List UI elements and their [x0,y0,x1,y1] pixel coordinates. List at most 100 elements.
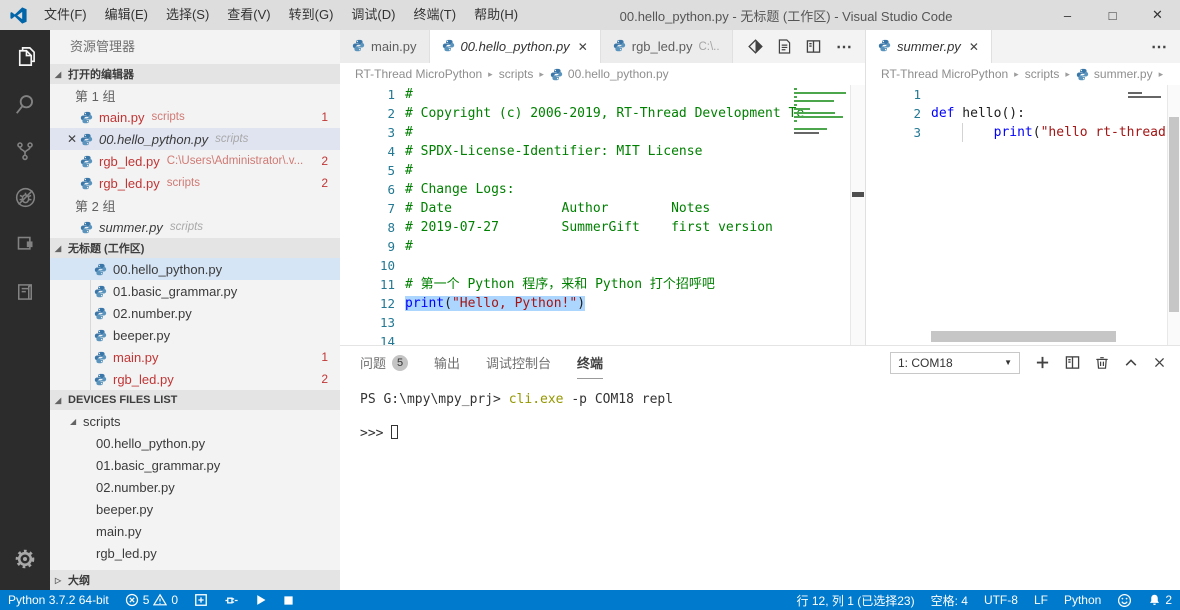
line-number[interactable]: 1 [866,85,921,104]
code-line[interactable]: 4# SPDX-License-Identifier: MIT License [340,142,865,161]
line-number[interactable]: 8 [340,218,395,237]
activity-settings[interactable] [0,535,50,582]
code-line[interactable]: 10 [340,256,865,275]
scrollbar-vertical[interactable] [850,85,865,345]
breadcrumb-item[interactable]: scripts [1025,67,1060,81]
code-editor-right[interactable]: 12def hello():3 print("hello rt-thread" [866,85,1180,345]
minimap[interactable] [1128,88,1166,100]
code-line[interactable]: 7# Date Author Notes [340,199,865,218]
code-line[interactable]: 12print("Hello, Python!") [340,294,865,313]
status-item[interactable]: 50 [117,590,186,610]
line-number[interactable]: 1 [340,85,395,104]
terminal-select[interactable]: 1: COM18 ▼ [890,352,1020,374]
close-icon[interactable]: ✕ [64,132,80,146]
breadcrumb-item[interactable]: scripts [499,67,534,81]
maximize-panel-button[interactable] [1124,356,1138,370]
code-line[interactable]: 2# Copyright (c) 2006-2019, RT-Thread De… [340,104,865,123]
status-item-python[interactable]: Python [1056,590,1109,610]
open-editor-item[interactable]: rgb_led.pyscripts2 [50,172,340,194]
code-line[interactable]: 8# 2019-07-27 SummerGift first version [340,218,865,237]
section-open-editors[interactable]: ◢ 打开的编辑器 [50,64,340,84]
menu-item[interactable]: 选择(S) [157,0,218,30]
breadcrumb-item[interactable]: summer.py [1094,67,1153,81]
close-panel-button[interactable] [1153,356,1166,369]
device-file[interactable]: beeper.py [50,498,340,520]
status-item-add-box[interactable] [186,590,216,610]
close-icon[interactable]: ✕ [969,40,979,54]
open-changes-icon[interactable] [748,39,763,54]
line-number[interactable]: 7 [340,199,395,218]
workspace-file[interactable]: 02.number.py [50,302,340,324]
code-line[interactable]: 2def hello(): [866,104,1180,123]
activity-source-control[interactable] [0,127,50,174]
minimize-button[interactable]: – [1045,0,1090,30]
workspace-file[interactable]: 00.hello_python.py [50,258,340,280]
minimap[interactable] [794,88,849,136]
line-number[interactable]: 2 [866,104,921,123]
line-number[interactable]: 2 [340,104,395,123]
kill-terminal-button[interactable] [1095,355,1109,370]
split-terminal-button[interactable] [1065,355,1080,370]
section-outline[interactable]: ▷ 大纲 [50,570,340,590]
line-number[interactable]: 10 [340,256,395,275]
menu-item[interactable]: 调试(D) [342,0,404,30]
status-item-lf[interactable]: LF [1026,590,1056,610]
status-item-python-3.7.2-64-bit[interactable]: Python 3.7.2 64-bit [0,590,117,610]
code-editor-left[interactable]: 1#2# Copyright (c) 2006-2019, RT-Thread … [340,85,865,345]
workspace-file[interactable]: main.py1 [50,346,340,368]
menu-item[interactable]: 编辑(E) [96,0,157,30]
status-item-utf-8[interactable]: UTF-8 [976,590,1026,610]
menu-item[interactable]: 转到(G) [280,0,343,30]
code-line[interactable]: 9# [340,237,865,256]
activity-debug[interactable] [0,174,50,221]
tab-summer.py[interactable]: summer.py✕ [866,30,992,63]
workspace-file[interactable]: 01.basic_grammar.py [50,280,340,302]
code-line[interactable]: 5# [340,161,865,180]
line-number[interactable]: 13 [340,313,395,332]
line-number[interactable]: 12 [340,294,395,313]
menu-item[interactable]: 帮助(H) [465,0,527,30]
breadcrumb-item[interactable]: RT-Thread MicroPython [881,67,1008,81]
tab-rgb_led.py[interactable]: rgb_led.pyC:\.. [601,30,733,63]
tab-00.hello_python.py[interactable]: 00.hello_python.py✕ [430,30,601,63]
panel-tab-问题[interactable]: 问题5 [360,346,408,379]
line-number[interactable]: 3 [340,123,395,142]
activity-explorer[interactable] [0,33,50,80]
open-editor-item[interactable]: rgb_led.pyC:\Users\Administrator\.v...2 [50,150,340,172]
panel-tab-调试控制台[interactable]: 调试控制台 [486,346,551,379]
device-file[interactable]: 01.basic_grammar.py [50,454,340,476]
device-file[interactable]: rgb_led.py [50,542,340,564]
open-editor-item[interactable]: ✕00.hello_python.pyscripts [50,128,340,150]
section-devices-files[interactable]: ◢ DEVICES FILES LIST [50,390,340,410]
status-item-run[interactable] [247,590,275,610]
menu-item[interactable]: 查看(V) [218,0,279,30]
breadcrumb-item[interactable]: 00.hello_python.py [568,67,669,81]
devices-folder-scripts[interactable]: ◢scripts [50,410,340,432]
new-terminal-button[interactable] [1035,355,1050,370]
line-number[interactable]: 9 [340,237,395,256]
tab-main.py[interactable]: main.py [340,30,430,63]
line-number[interactable]: 11 [340,275,395,294]
split-editor-icon[interactable] [806,39,821,54]
status-item-feedback[interactable] [1109,590,1140,610]
code-line[interactable]: 3# [340,123,865,142]
code-line[interactable]: 13 [340,313,865,332]
code-line[interactable]: 14 [340,332,865,345]
code-line[interactable]: 6# Change Logs: [340,180,865,199]
status-item-stop[interactable] [275,590,302,610]
line-number[interactable]: 6 [340,180,395,199]
close-button[interactable]: ✕ [1135,0,1180,30]
line-number[interactable]: 3 [866,123,921,142]
device-file[interactable]: 02.number.py [50,476,340,498]
section-workspace[interactable]: ◢ 无标题 (工作区) [50,238,340,258]
line-number[interactable]: 5 [340,161,395,180]
line-number[interactable]: 14 [340,332,395,345]
line-number[interactable]: 4 [340,142,395,161]
panel-tab-输出[interactable]: 输出 [434,346,460,379]
device-file[interactable]: 00.hello_python.py [50,432,340,454]
maximize-button[interactable]: □ [1090,0,1135,30]
activity-search[interactable] [0,80,50,127]
status-item-2[interactable]: 2 [1140,590,1180,610]
workspace-file[interactable]: beeper.py [50,324,340,346]
open-editor-item[interactable]: summer.pyscripts [50,216,340,238]
